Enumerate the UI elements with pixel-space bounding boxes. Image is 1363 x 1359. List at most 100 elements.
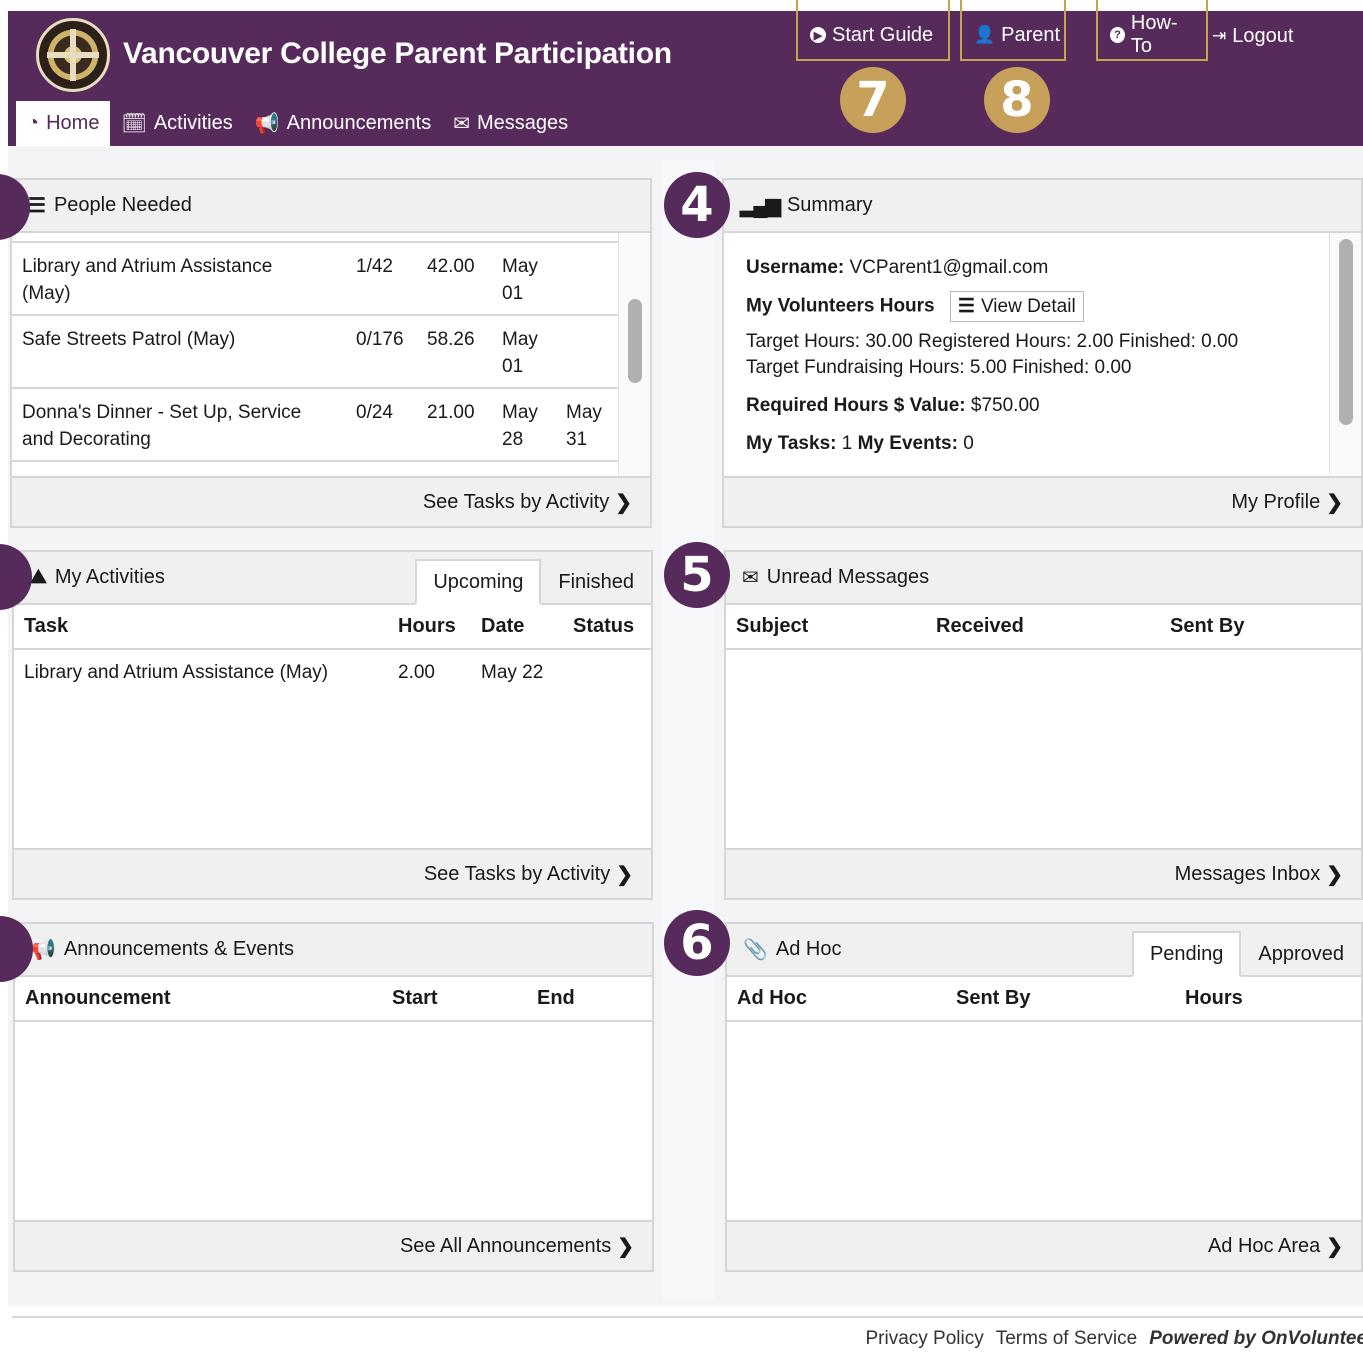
messages-table-header: Subject Received Sent By — [726, 605, 1361, 650]
task-hours: 21.00 — [427, 402, 475, 423]
logout-link[interactable]: ⇥ Logout — [1200, 11, 1305, 61]
summary-title: Summary — [786, 194, 873, 216]
list-item[interactable]: Safe Streets Patrol (May) 0/176 58.26 Ma… — [12, 316, 650, 389]
task-start: May 01 — [502, 329, 538, 377]
ad-hoc-table-header: Ad Hoc Sent By Hours — [727, 977, 1361, 1022]
start-guide-label: Start Guide — [832, 23, 934, 46]
list-item[interactable]: Library and Atrium Assistance (May) 1/42… — [12, 243, 650, 316]
scrollbar[interactable] — [628, 299, 642, 383]
privacy-policy-link[interactable]: Privacy Policy — [865, 1328, 983, 1350]
see-all-announcements-link[interactable]: See All Announcements ❯ — [15, 1220, 652, 1270]
nav-messages[interactable]: ✉ Messages — [442, 101, 579, 146]
how-to-label: How-To — [1130, 12, 1178, 57]
callout-4: 4 — [664, 172, 730, 238]
ad-hoc-area-link[interactable]: Ad Hoc Area ❯ — [727, 1220, 1361, 1270]
hiker-icon: ⛰ — [30, 566, 47, 588]
user-icon: 👤 — [974, 25, 996, 44]
task-slots: 0/24 — [356, 402, 393, 423]
start-guide-link[interactable]: ▶ Start Guide — [796, 0, 950, 61]
summary-header: ▂▄▆ Summary — [724, 180, 1361, 233]
people-needed-title: People Needed — [53, 194, 192, 216]
task-name: Safe Streets Patrol (May) — [22, 329, 236, 350]
my-profile-link[interactable]: My Profile ❯ — [724, 476, 1361, 526]
column-gutter — [663, 160, 715, 1300]
parent-link[interactable]: 👤 Parent — [960, 0, 1066, 61]
task-slots: 1/42 — [356, 256, 393, 277]
column-hours: Hours — [1185, 987, 1243, 1009]
tab-approved[interactable]: Approved — [1241, 931, 1361, 977]
activities-table-header: Task Hours Date Status — [14, 605, 651, 650]
nav-home[interactable]: ◔ Home — [16, 97, 111, 146]
page-footer: Privacy Policy Terms of Service Powered … — [12, 1316, 1363, 1359]
column-subject: Subject — [736, 615, 809, 637]
table-row[interactable]: Library and Atrium Assistance (May) 2.00… — [14, 650, 651, 698]
column-sent-by: Sent By — [1170, 615, 1245, 637]
column-ad-hoc: Ad Hoc — [737, 987, 807, 1009]
tab-pending[interactable]: Pending — [1131, 931, 1242, 977]
see-tasks-by-activity-link-2[interactable]: See Tasks by Activity ❯ — [14, 848, 651, 898]
chevron-right-icon: ❯ — [616, 863, 633, 886]
callout-7: 7 — [840, 67, 906, 133]
username-value: VCParent1@gmail.com — [849, 257, 1049, 278]
parent-label: Parent — [1001, 23, 1061, 46]
see-tasks-by-activity-link[interactable]: See Tasks by Activity ❯ — [12, 476, 650, 526]
nav-activities-label: Activities — [153, 112, 233, 134]
unread-messages-header: ✉ Unread Messages — [726, 552, 1361, 605]
terms-of-service-link[interactable]: Terms of Service — [996, 1328, 1137, 1350]
callout-5: 5 — [664, 542, 730, 608]
announcements-table-header: Announcement Start End — [15, 977, 652, 1022]
footer-label: Ad Hoc Area — [1207, 1234, 1321, 1257]
summary-body: Username: VCParent1@gmail.com My Volunte… — [724, 233, 1361, 475]
nav-activities[interactable]: 🗓 Activities — [110, 101, 243, 146]
unread-messages-panel: ✉ Unread Messages Subject Received Sent … — [724, 550, 1363, 900]
main-nav: ◔ Home 🗓 Activities 📢 Announcements ✉ Me… — [16, 97, 579, 146]
username-line: Username: VCParent1@gmail.com — [746, 257, 1048, 279]
people-needed-header: ☰ People Needed — [12, 180, 650, 233]
tasks-label: My Tasks: — [746, 433, 837, 454]
ad-hoc-title: Ad Hoc — [775, 938, 842, 960]
unread-messages-title: Unread Messages — [766, 566, 930, 588]
calendar-check-icon: 🗓 — [121, 113, 147, 135]
how-to-link[interactable]: ? How-To — [1096, 0, 1208, 61]
nav-announcements-label: Announcements — [286, 112, 432, 134]
list-icon: ☰ — [28, 195, 46, 217]
task-hours: 42.00 — [427, 256, 475, 277]
task-name: Library and Atrium Assistance (May) — [22, 256, 273, 304]
summary-panel: ▂▄▆ Summary Username: VCParent1@gmail.co… — [722, 178, 1363, 528]
chevron-right-icon: ❯ — [1326, 1235, 1343, 1258]
list-item[interactable]: Donna's Dinner - Set Up, Service and Dec… — [12, 389, 650, 462]
bullhorn-icon: 📢 — [254, 113, 280, 135]
messages-inbox-link[interactable]: Messages Inbox ❯ — [726, 848, 1361, 898]
view-detail-button[interactable]: ☰ View Detail — [949, 291, 1084, 322]
volunteer-hours-line: My Volunteers Hours ☰ View Detail — [746, 291, 1084, 322]
scrollbar[interactable] — [1339, 239, 1353, 425]
my-activities-title: My Activities — [54, 566, 165, 588]
announcements-header: 📢 Announcements & Events — [15, 924, 652, 977]
my-activities-panel: ⛰ My Activities Upcoming Finished Task H… — [0, 544, 653, 900]
people-needed-list: Library and Atrium Assistance (May) 1/42… — [12, 233, 650, 475]
list-icon: ☰ — [957, 296, 975, 317]
target-hours-line: Target Hours: 30.00 Registered Hours: 2.… — [746, 331, 1239, 352]
fundraising-hours-line: Target Fundraising Hours: 5.00 Finished:… — [746, 357, 1132, 378]
tab-upcoming[interactable]: Upcoming — [415, 559, 542, 605]
logout-icon: ⇥ — [1212, 26, 1227, 45]
column-sent-by: Sent By — [956, 987, 1031, 1009]
ad-hoc-tabs: Pending Approved — [1131, 931, 1361, 977]
events-label: My Events: — [857, 433, 958, 454]
task-end: May 31 — [566, 402, 602, 450]
question-icon: ? — [1110, 27, 1125, 43]
chevron-right-icon: ❯ — [617, 1235, 634, 1258]
signal-bars-icon: ▂▄▆ — [740, 195, 781, 217]
nav-home-label: Home — [46, 112, 100, 134]
play-icon: ▶ — [810, 27, 826, 43]
nav-announcements[interactable]: 📢 Announcements — [244, 101, 442, 146]
task-hours: 58.26 — [427, 329, 475, 350]
tasks-events-line: My Tasks: 1 My Events: 0 — [746, 433, 974, 455]
my-activities-header: ⛰ My Activities Upcoming Finished — [14, 552, 651, 605]
announcements-title: Announcements & Events — [63, 938, 295, 960]
column-end: End — [537, 987, 575, 1009]
footer-label: See Tasks by Activity — [423, 862, 611, 885]
dashboard-icon: ◔ — [27, 112, 40, 134]
footer-label: See Tasks by Activity — [422, 490, 610, 513]
tab-finished[interactable]: Finished — [541, 559, 651, 605]
